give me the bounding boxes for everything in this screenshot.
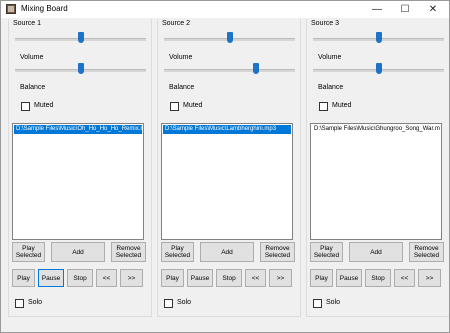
next-button[interactable]: >>: [418, 269, 441, 287]
slider-thumb[interactable]: [77, 32, 84, 43]
volume-slider[interactable]: [15, 63, 146, 77]
remove-selected-button[interactable]: Remove Selected: [111, 242, 146, 262]
add-button[interactable]: Add: [200, 242, 254, 262]
solo-label: Solo: [177, 299, 192, 306]
volume-label: Volume: [20, 54, 44, 61]
balance-label: Balance: [318, 84, 344, 91]
maximize-button[interactable]: ☐: [391, 1, 419, 18]
stop-button[interactable]: Stop: [365, 269, 391, 287]
remove-selected-text: Remove Selected: [264, 245, 291, 259]
file-list[interactable]: D:\Sample Files\Music\Ghungroo_Song_War.…: [310, 123, 442, 240]
source-title: Source 2: [162, 20, 191, 27]
solo-checkbox[interactable]: [313, 299, 322, 308]
source-panel-1: Source 1 Volume Balance Muted D:\Sample …: [8, 19, 152, 317]
previous-button[interactable]: <<: [245, 269, 266, 287]
slider-thumb[interactable]: [252, 63, 259, 74]
list-item[interactable]: D:\Sample Files\Music\Ghungroo_Song_War.…: [312, 125, 440, 134]
balance-label: Balance: [169, 84, 195, 91]
file-list[interactable]: D:\Sample Files\Music\Lambherghini.mp3: [161, 123, 293, 240]
muted-checkbox[interactable]: [319, 102, 328, 111]
solo-label: Solo: [326, 299, 341, 306]
play-selected-button[interactable]: Play Selected: [12, 242, 45, 262]
source-panel-2: Source 2 Volume Balance Muted D:\Sample …: [157, 19, 301, 317]
solo-label: Solo: [28, 299, 43, 306]
pause-button[interactable]: Pause: [187, 269, 213, 287]
source-title: Source 1: [13, 20, 42, 27]
minimize-button[interactable]: —: [363, 1, 391, 18]
list-item[interactable]: D:\Sample Files\Music\Lambherghini.mp3: [163, 125, 291, 134]
play-button[interactable]: Play: [310, 269, 333, 287]
previous-button[interactable]: <<: [96, 269, 117, 287]
solo-checkbox[interactable]: [164, 299, 173, 308]
slider-track: [164, 69, 295, 72]
solo-checkbox[interactable]: [15, 299, 24, 308]
top-slider[interactable]: [313, 32, 444, 46]
file-list[interactable]: D:\Sample Files\Music\Oh_Ho_Ho_Ho_Remix.…: [12, 123, 144, 240]
slider-thumb[interactable]: [375, 63, 382, 74]
title-bar[interactable]: Mixing Board — ☐ ✕: [1, 1, 449, 18]
slider-thumb[interactable]: [77, 63, 84, 74]
play-selected-line1: Play Selected: [15, 245, 42, 259]
stop-button[interactable]: Stop: [216, 269, 242, 287]
list-item[interactable]: D:\Sample Files\Music\Oh_Ho_Ho_Ho_Remix.…: [14, 125, 142, 134]
next-button[interactable]: >>: [269, 269, 292, 287]
add-button[interactable]: Add: [51, 242, 105, 262]
play-button[interactable]: Play: [12, 269, 35, 287]
remove-selected-button[interactable]: Remove Selected: [409, 242, 444, 262]
muted-checkbox[interactable]: [21, 102, 30, 111]
next-button[interactable]: >>: [120, 269, 143, 287]
top-slider[interactable]: [164, 32, 295, 46]
pause-button[interactable]: Pause: [336, 269, 362, 287]
add-button[interactable]: Add: [349, 242, 403, 262]
play-selected-button[interactable]: Play Selected: [161, 242, 194, 262]
volume-slider[interactable]: [313, 63, 444, 77]
muted-label: Muted: [183, 102, 203, 109]
play-selected-text: Play Selected: [313, 245, 340, 259]
pause-button[interactable]: Pause: [38, 269, 64, 287]
muted-checkbox[interactable]: [170, 102, 179, 111]
window-title: Mixing Board: [21, 4, 68, 13]
muted-label: Muted: [332, 102, 352, 109]
play-selected-button[interactable]: Play Selected: [310, 242, 343, 262]
remove-selected-button[interactable]: Remove Selected: [260, 242, 295, 262]
stop-button[interactable]: Stop: [67, 269, 93, 287]
slider-thumb[interactable]: [226, 32, 233, 43]
volume-label: Volume: [318, 54, 342, 61]
play-selected-text: Play Selected: [164, 245, 191, 259]
slider-thumb[interactable]: [375, 32, 382, 43]
previous-button[interactable]: <<: [394, 269, 415, 287]
top-slider[interactable]: [15, 32, 146, 46]
mixing-board-window: Mixing Board — ☐ ✕ Source 1 Volume Balan…: [0, 0, 450, 333]
remove-selected-text: Remove Selected: [413, 245, 440, 259]
play-button[interactable]: Play: [161, 269, 184, 287]
source-title: Source 3: [311, 20, 340, 27]
balance-label: Balance: [20, 84, 46, 91]
volume-slider[interactable]: [164, 63, 295, 77]
muted-label: Muted: [34, 102, 54, 109]
remove-selected-text: Remove Selected: [115, 245, 142, 259]
app-icon: [6, 4, 16, 14]
source-panel-3: Source 3 Volume Balance Muted D:\Sample …: [306, 19, 449, 317]
volume-label: Volume: [169, 54, 193, 61]
close-button[interactable]: ✕: [419, 1, 447, 18]
